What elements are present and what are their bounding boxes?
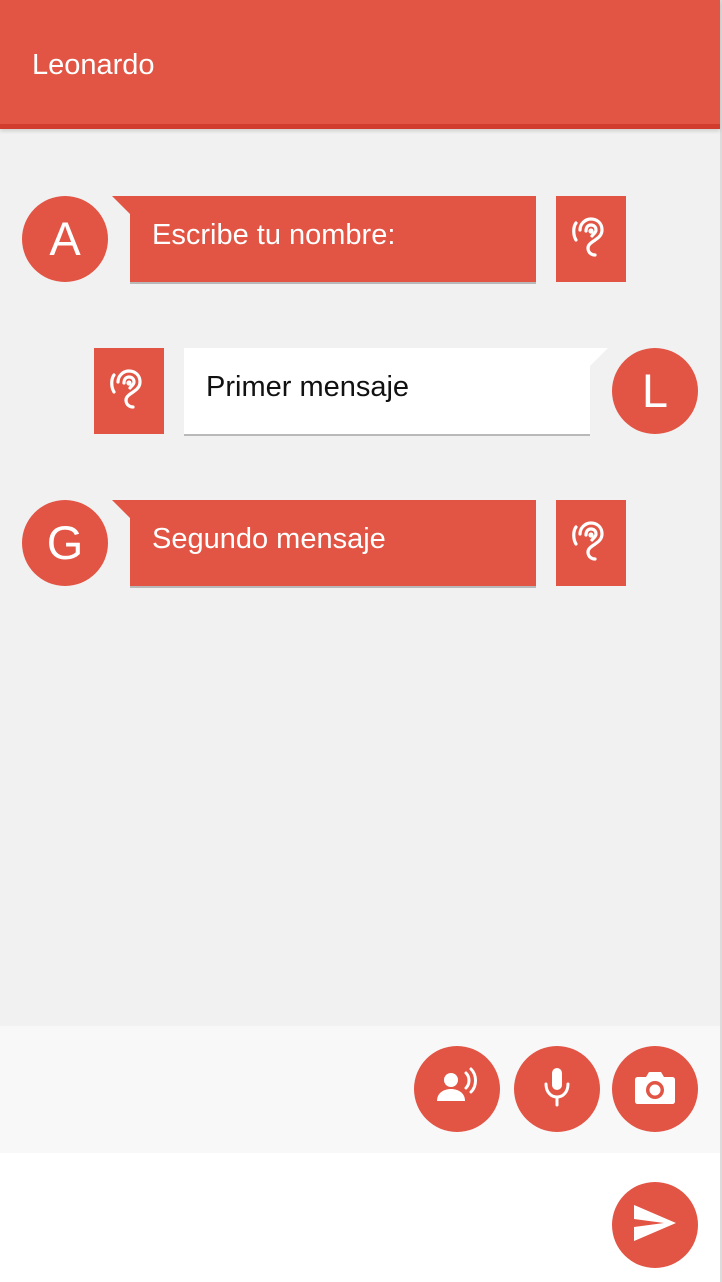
composer [0, 1153, 720, 1282]
camera-icon [634, 1069, 676, 1110]
message-bubble: Escribe tu nombre: [112, 196, 536, 282]
page-title: Leonardo [32, 49, 155, 81]
app-header: Leonardo [0, 0, 720, 129]
voice-button[interactable] [414, 1046, 500, 1132]
avatar: L [612, 348, 698, 434]
message-input[interactable] [24, 1181, 588, 1253]
listen-button[interactable] [556, 500, 626, 586]
listen-button[interactable] [556, 196, 626, 282]
microphone-icon [541, 1066, 573, 1113]
ear-icon [571, 519, 611, 568]
chat-app: Leonardo A Escribe tu nombre: Primer men… [0, 0, 722, 1282]
message-bubble: Primer mensaje [184, 348, 608, 434]
voice-speaker-icon [435, 1067, 479, 1112]
send-button[interactable] [612, 1182, 698, 1268]
microphone-button[interactable] [514, 1046, 600, 1132]
avatar: A [22, 196, 108, 282]
message-bubble: Segundo mensaje [112, 500, 536, 586]
ear-icon [571, 215, 611, 264]
camera-button[interactable] [612, 1046, 698, 1132]
listen-button[interactable] [94, 348, 164, 434]
ear-icon [109, 367, 149, 416]
action-toolbar [0, 1026, 720, 1153]
avatar: G [22, 500, 108, 586]
send-icon [632, 1203, 678, 1248]
